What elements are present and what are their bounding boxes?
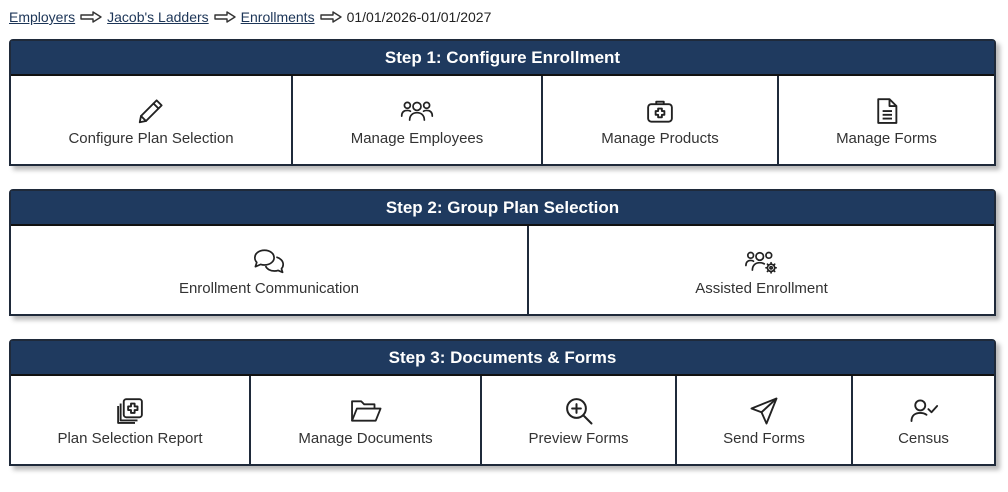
user-check-icon [907,394,941,428]
breadcrumb-employer-link[interactable]: Jacob's Ladders [107,9,209,25]
step-2-header: Step 2: Group Plan Selection [11,191,994,226]
folder-open-icon [349,394,383,428]
tile-label: Send Forms [723,429,805,447]
copy-plus-icon [113,394,147,428]
tile-label: Enrollment Communication [178,279,360,297]
step-3-panel: Step 3: Documents & Forms Plan Selection… [9,339,996,466]
tile-label: Configure Plan Selection [68,129,234,147]
pencil-icon [134,94,168,128]
breadcrumb-current: 01/01/2026-01/01/2027 [346,9,492,25]
paper-plane-icon [747,394,781,428]
manage-employees-tile[interactable]: Manage Employees [293,76,543,164]
plan-selection-report-tile[interactable]: Plan Selection Report [11,376,251,464]
census-tile[interactable]: Census [853,376,994,464]
breadcrumb: Employers Jacob's Ladders Enrollments 01… [9,7,491,27]
step-1-panel: Step 1: Configure Enrollment Configure P… [9,39,996,166]
document-icon [870,94,904,128]
tile-label: Census [898,429,949,447]
manage-documents-tile[interactable]: Manage Documents [251,376,482,464]
tile-label: Preview Forms [528,429,629,447]
breadcrumb-enrollments-link[interactable]: Enrollments [241,9,315,25]
tile-label: Assisted Enrollment [695,279,828,297]
manage-forms-tile[interactable]: Manage Forms [779,76,994,164]
chat-bubbles-icon [252,244,286,278]
breadcrumb-employers-link[interactable]: Employers [9,9,75,25]
users-icon [400,94,434,128]
step-1-header: Step 1: Configure Enrollment [11,41,994,76]
assisted-enrollment-tile[interactable]: Assisted Enrollment [529,226,994,314]
send-forms-tile[interactable]: Send Forms [677,376,853,464]
configure-plan-selection-tile[interactable]: Configure Plan Selection [11,76,293,164]
users-gear-icon [744,244,779,278]
arrow-right-icon [80,10,102,24]
tile-label: Manage Products [601,129,719,147]
enrollment-communication-tile[interactable]: Enrollment Communication [11,226,529,314]
step-3-header: Step 3: Documents & Forms [11,341,994,376]
tile-label: Manage Forms [836,129,937,147]
medical-kit-icon [643,94,677,128]
manage-products-tile[interactable]: Manage Products [543,76,779,164]
arrow-right-icon [213,10,236,24]
tile-label: Manage Employees [350,129,484,147]
zoom-in-icon [562,394,596,428]
arrow-right-icon [319,10,342,24]
preview-forms-tile[interactable]: Preview Forms [482,376,677,464]
tile-label: Plan Selection Report [57,429,203,447]
step-2-panel: Step 2: Group Plan Selection Enrollment … [9,189,996,316]
tile-label: Manage Documents [298,429,433,447]
